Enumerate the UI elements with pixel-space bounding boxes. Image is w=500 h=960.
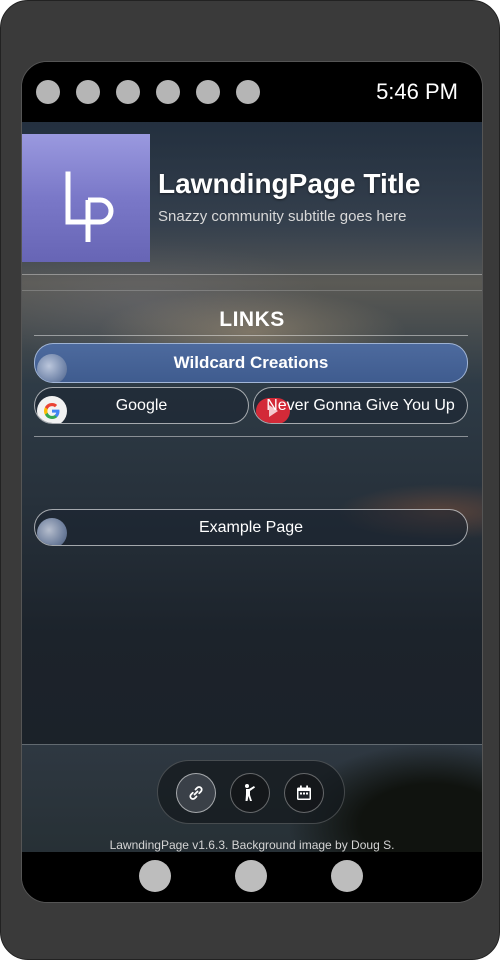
link-label: Never Gonna Give You Up xyxy=(266,396,455,414)
person-icon xyxy=(245,784,255,801)
site-subtitle: Snazzy community subtitle goes here xyxy=(158,208,407,225)
status-indicator xyxy=(76,80,100,104)
footer-divider xyxy=(22,744,482,745)
link-example-page[interactable]: Example Page xyxy=(34,509,468,546)
footer-credit: LawndingPage v1.6.3. Background image by… xyxy=(109,838,395,852)
link-google[interactable]: Google xyxy=(34,387,249,424)
link-wildcard-creations[interactable]: Wildcard Creations xyxy=(34,343,468,383)
status-indicator xyxy=(36,80,60,104)
page-content[interactable]: LawndingPage Title Snazzy community subt… xyxy=(22,122,482,852)
globe-icon xyxy=(37,354,67,382)
status-indicator xyxy=(196,80,220,104)
nav-person-button[interactable] xyxy=(230,773,270,813)
links-heading: LINKS xyxy=(219,308,285,331)
google-icon xyxy=(37,396,67,423)
globe-icon xyxy=(37,518,67,545)
hardware-button[interactable] xyxy=(139,860,171,892)
nav-calendar-button[interactable] xyxy=(284,773,324,813)
calendar-icon xyxy=(297,785,311,800)
hardware-button[interactable] xyxy=(331,860,363,892)
phone-frame: 5:46 PM LawndingPage Title Snazzy commun… xyxy=(0,0,500,960)
status-indicator xyxy=(156,80,180,104)
status-time: 5:46 PM xyxy=(376,79,458,104)
nav-bar xyxy=(157,760,345,824)
hardware-button[interactable] xyxy=(235,860,267,892)
status-indicator xyxy=(236,80,260,104)
header-divider xyxy=(22,274,482,275)
site-logo xyxy=(22,134,150,262)
lp-logo-icon xyxy=(65,171,114,242)
link-label: Example Page xyxy=(198,518,304,536)
link-never-gonna-give-you-up[interactable]: Never Gonna Give You Up xyxy=(253,387,468,424)
status-indicator xyxy=(116,80,140,104)
site-title: LawndingPage Title xyxy=(158,168,421,199)
link-label: Wildcard Creations xyxy=(173,353,329,372)
phone-screen: 5:46 PM LawndingPage Title Snazzy commun… xyxy=(21,61,483,903)
link-icon xyxy=(189,786,203,800)
nav-links-button[interactable] xyxy=(176,773,216,813)
links-group-divider xyxy=(34,436,468,437)
link-label: Google xyxy=(115,396,168,414)
links-heading-divider xyxy=(34,335,468,336)
bottom-bar xyxy=(22,852,482,902)
status-bar: 5:46 PM xyxy=(22,62,482,122)
header-divider-2 xyxy=(22,290,482,291)
